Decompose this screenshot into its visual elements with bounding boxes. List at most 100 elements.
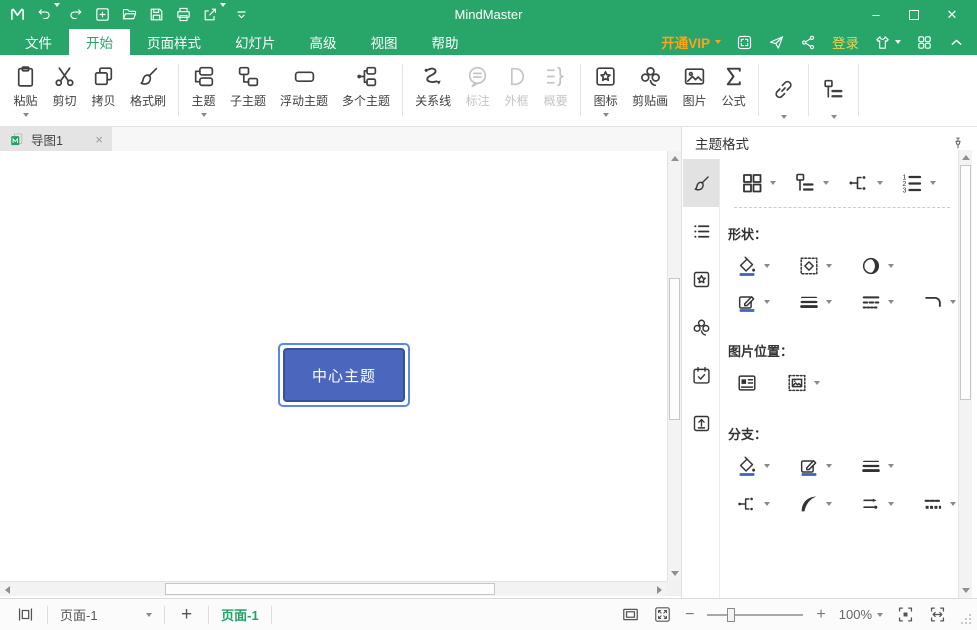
zoom-out-button[interactable]: −	[685, 606, 694, 624]
theme-style-button[interactable]	[740, 171, 776, 195]
panel-tab-clipart-pane[interactable]	[683, 303, 719, 351]
add-page-button[interactable]: +	[177, 604, 196, 626]
ribbon-relationship-button[interactable]: 关系线	[408, 60, 458, 126]
scroll-left-arrow[interactable]	[0, 582, 15, 597]
scroll-right-arrow[interactable]	[652, 582, 667, 597]
export-button[interactable]	[197, 3, 224, 27]
connector-style-button[interactable]	[847, 171, 883, 195]
apps-button[interactable]	[916, 34, 933, 51]
branch-line-color-button[interactable]	[798, 455, 832, 477]
customize-quick-access-button[interactable]	[228, 3, 255, 27]
scroll-down-arrow[interactable]	[668, 566, 682, 581]
branch-line-style-button[interactable]	[922, 493, 956, 515]
fullscreen-mode-icon[interactable]	[653, 605, 672, 624]
tab-close-icon[interactable]: ×	[95, 132, 103, 147]
ribbon-cut-button[interactable]: 剪切	[45, 60, 84, 126]
numbering-style-button[interactable]: 123	[900, 171, 936, 195]
shape-line-style-button[interactable]	[860, 291, 894, 313]
ribbon-floating-topic-button[interactable]: 浮动主题	[273, 60, 335, 126]
branch-fill-color-button[interactable]	[736, 455, 770, 477]
maximize-button[interactable]	[899, 3, 929, 27]
ribbon-copy-button[interactable]: 拷贝	[84, 60, 123, 126]
scroll-up-arrow[interactable]	[668, 151, 682, 166]
menu-tab-home[interactable]: 开始	[69, 29, 130, 55]
panel-scroll-up-arrow[interactable]	[959, 150, 972, 165]
zoom-in-button[interactable]: +	[816, 606, 825, 624]
canvas-vertical-scrollbar[interactable]	[667, 151, 681, 581]
topic-shape-button[interactable]	[798, 255, 832, 277]
new-document-button[interactable]	[89, 3, 116, 27]
ribbon-paste-button[interactable]: 粘贴	[6, 60, 45, 126]
panel-tab-export-pane[interactable]	[683, 399, 719, 447]
menu-tab-view[interactable]: 视图	[354, 29, 415, 55]
close-button[interactable]: ✕	[937, 3, 967, 27]
window-controls: – ✕	[861, 3, 973, 27]
panel-tab-task-pane[interactable]	[683, 351, 719, 399]
ribbon-relationship-label: 关系线	[415, 92, 451, 109]
zoom-slider[interactable]	[707, 614, 803, 616]
menu-tab-help[interactable]: 帮助	[415, 29, 476, 55]
upgrade-vip-button[interactable]: 开通VIP	[661, 32, 721, 52]
panel-tab-outline-pane[interactable]	[683, 207, 719, 255]
print-button[interactable]	[170, 3, 197, 27]
ribbon-clipart-button[interactable]: 剪贴画	[625, 60, 675, 126]
ribbon-formula-button[interactable]: 公式	[714, 60, 753, 126]
ribbon-format-painter-button[interactable]: 格式刷	[123, 60, 173, 126]
active-page-tab[interactable]: 页面-1	[221, 605, 259, 624]
center-map-icon[interactable]	[896, 605, 915, 624]
document-tab[interactable]: 导图1 ×	[0, 127, 112, 151]
ribbon-subtopic-button[interactable]: 子主题	[223, 60, 273, 126]
panel-scroll-thumb[interactable]	[960, 165, 971, 400]
branch-style-button[interactable]	[798, 493, 832, 515]
open-file-button[interactable]	[116, 3, 143, 27]
ribbon-mark-icon-button[interactable]: 图标	[586, 60, 625, 126]
ribbon-multiple-topics-button[interactable]: 多个主题	[335, 60, 397, 126]
fit-width-icon[interactable]	[928, 605, 947, 624]
central-topic[interactable]: 中心主题	[283, 348, 405, 402]
ribbon-hyperlink-button[interactable]	[764, 60, 803, 126]
login-button[interactable]: 登录	[832, 32, 859, 52]
menu-tab-advanced[interactable]: 高级	[293, 29, 354, 55]
zoom-level-dropdown[interactable]: 100%	[839, 607, 883, 622]
ribbon-picture-button[interactable]: 图片	[675, 60, 714, 126]
collapse-ribbon-button[interactable]	[948, 34, 965, 51]
fit-to-window-icon[interactable]	[621, 605, 640, 624]
ribbon-org-chart-button[interactable]	[814, 60, 853, 126]
branch-connector-button[interactable]	[736, 493, 770, 515]
undo-button[interactable]	[31, 3, 58, 27]
menu-tab-page-style[interactable]: 页面样式	[130, 29, 218, 55]
page-select-dropdown[interactable]: 页面-1	[60, 605, 152, 624]
zoom-slider-handle[interactable]	[727, 608, 735, 622]
vertical-scroll-thumb[interactable]	[669, 278, 680, 420]
menu-tab-file[interactable]: 文件	[8, 29, 69, 55]
menu-tab-slideshow[interactable]: 幻灯片	[218, 29, 293, 55]
image-position-button[interactable]	[786, 372, 820, 394]
shape-corner-style-button[interactable]	[922, 291, 956, 313]
panel-tab-format-pane[interactable]	[683, 159, 719, 207]
save-file-button[interactable]	[143, 3, 170, 27]
fullscreen-button[interactable]	[736, 34, 753, 51]
branch-line-width-button[interactable]	[860, 455, 894, 477]
image-layout-button[interactable]	[736, 372, 758, 394]
branch-arrow-style-button[interactable]	[860, 493, 894, 515]
layout-style-button[interactable]	[793, 171, 829, 195]
panel-tab-icon-pane[interactable]	[683, 255, 719, 303]
skin-theme-button[interactable]	[874, 34, 901, 51]
shape-shadow-button[interactable]	[860, 255, 894, 277]
share-button[interactable]	[800, 34, 817, 51]
redo-button[interactable]	[62, 3, 89, 27]
pages-overview-icon[interactable]	[16, 605, 35, 624]
shape-fill-color-button[interactable]	[736, 255, 770, 277]
send-feedback-button[interactable]	[768, 34, 785, 51]
horizontal-scroll-thumb[interactable]	[165, 583, 495, 595]
minimize-button[interactable]: –	[861, 3, 891, 27]
panel-scroll-down-arrow[interactable]	[959, 583, 972, 598]
panel-scrollbar[interactable]	[958, 150, 972, 598]
shape-line-width-button[interactable]	[798, 291, 832, 313]
status-bar-right: − + 100%	[621, 605, 977, 624]
ribbon-topic-button[interactable]: 主题	[184, 60, 223, 126]
shape-line-color-button[interactable]	[736, 291, 770, 313]
canvas-horizontal-scrollbar[interactable]	[0, 581, 667, 596]
resize-grip[interactable]	[961, 614, 971, 624]
pin-icon[interactable]	[951, 136, 965, 150]
